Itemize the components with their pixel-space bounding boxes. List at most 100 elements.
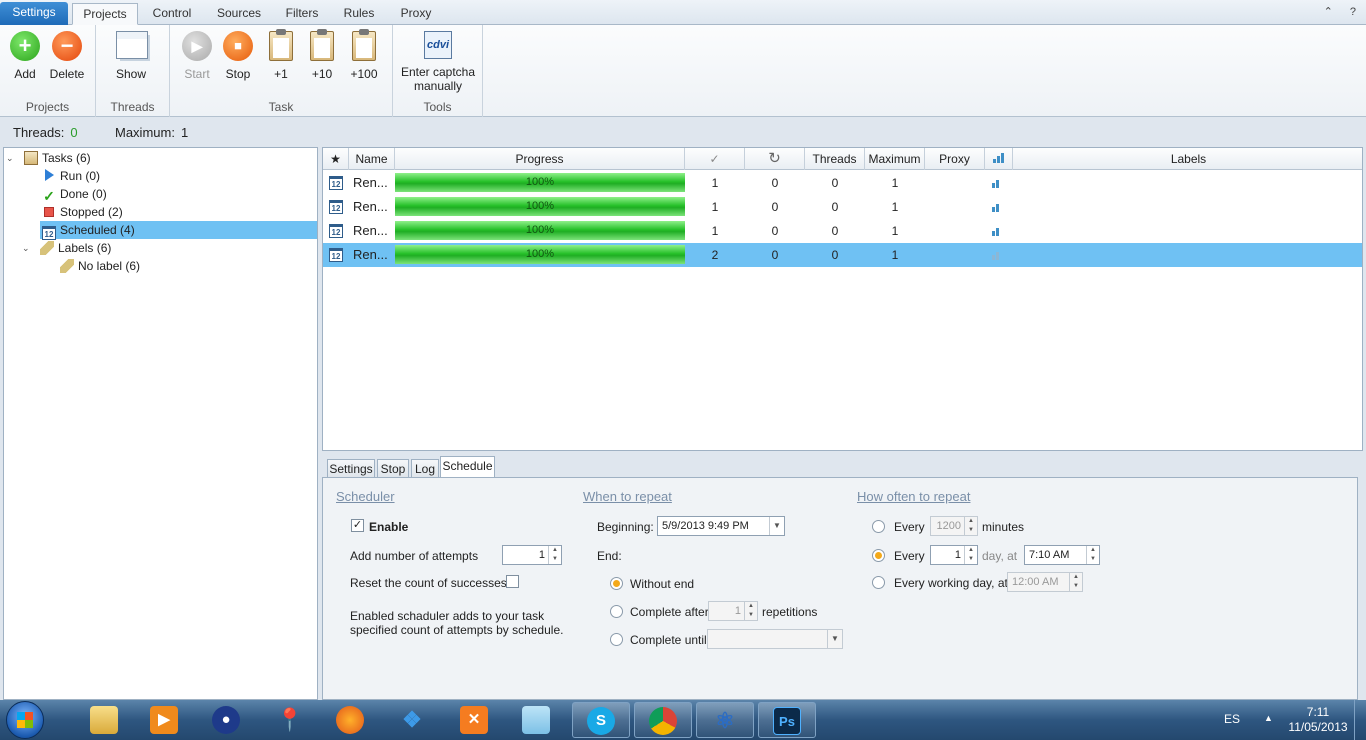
grid-header: ★ Name Progress ✓ ↻ Threads Maximum Prox… [323, 148, 1362, 170]
tree-node-run[interactable]: Run (0) [42, 167, 100, 185]
column-progress[interactable]: Progress [395, 148, 685, 170]
start-button[interactable] [6, 701, 44, 739]
complete-after-radio[interactable] [610, 605, 623, 618]
taskbar-photoshop[interactable]: Ps [758, 702, 816, 738]
taskbar-dropbox[interactable]: ❖ [384, 702, 442, 738]
delete-button[interactable]: − Delete [46, 31, 88, 81]
tab-settings[interactable]: Settings [0, 2, 68, 25]
media-player-icon: ▶ [150, 706, 178, 734]
tab-settings-detail[interactable]: Settings [327, 459, 375, 478]
taskbar-skype[interactable]: S [572, 702, 630, 738]
show-button[interactable]: Show [110, 31, 152, 81]
progress-bar: 100% [395, 197, 685, 216]
tree-node-labels[interactable]: ⌄ Labels (6) [22, 239, 111, 257]
reset-label: Reset the count of successes [350, 576, 507, 590]
taskbar-media-player[interactable]: ▶ [136, 702, 194, 738]
complete-after-stepper[interactable]: 1 ▲ ▼ [708, 601, 758, 621]
minutes-stepper[interactable]: 1200 ▲ ▼ [930, 516, 978, 536]
stepper-arrows-icon[interactable]: ▲ ▼ [744, 602, 757, 620]
maximum-label: Maximum: [115, 125, 175, 140]
complete-until-date[interactable]: ▼ [707, 629, 843, 649]
tab-projects[interactable]: Projects [72, 3, 138, 25]
enable-checkbox[interactable]: ✓ [351, 519, 364, 532]
tab-proxy[interactable]: Proxy [392, 3, 440, 25]
when-section-title: When to repeat [583, 489, 672, 504]
tree-node-stopped[interactable]: Stopped (2) [42, 203, 123, 221]
language-indicator[interactable]: ES [1224, 712, 1240, 726]
tree-node-scheduled[interactable]: 12 Scheduled (4) [40, 221, 317, 240]
show-hidden-icons-icon[interactable]: ▲ [1264, 713, 1273, 723]
tree-node-no-label[interactable]: No label (6) [60, 257, 140, 275]
enter-captcha-button[interactable]: cdvi Enter captcha manually [398, 31, 478, 93]
taskbar-xampp[interactable]: ✕ [446, 702, 504, 738]
stop-button[interactable]: ■ Stop [217, 31, 259, 81]
every-day-radio[interactable] [872, 549, 885, 562]
clock[interactable]: 7:11 11/05/2013 [1278, 705, 1358, 735]
column-maximum[interactable]: Maximum [865, 148, 925, 170]
plus-one-button[interactable]: +1 [260, 29, 302, 81]
column-name[interactable]: Name [349, 148, 395, 170]
user-icon: ● [212, 706, 240, 734]
table-row[interactable]: 12 Ren... 100% 1 0 0 1 [323, 219, 1362, 243]
plus-hundred-button[interactable]: +100 [343, 29, 385, 81]
tree-node-done[interactable]: ✓ Done (0) [42, 185, 107, 203]
group-label-projects: Projects [25, 100, 70, 114]
beginning-datetime[interactable]: 5/9/2013 9:49 PM ▼ [657, 516, 785, 536]
taskbar-notes[interactable] [508, 702, 566, 738]
add-button[interactable]: + Add [4, 31, 46, 81]
table-row[interactable]: 12 Ren... 100% 1 0 0 1 [323, 171, 1362, 195]
every-minutes-radio[interactable] [872, 520, 885, 533]
help-icon[interactable]: ? [1350, 6, 1356, 18]
stepper-arrows-icon[interactable]: ▲ ▼ [964, 546, 977, 564]
dropdown-arrow-icon[interactable]: ▼ [769, 517, 784, 535]
tab-sources[interactable]: Sources [210, 3, 268, 25]
stepper-arrows-icon[interactable]: ▲ ▼ [1069, 573, 1082, 591]
minimize-ribbon-icon[interactable]: ⌃ [1324, 6, 1333, 18]
tag-icon [60, 259, 74, 273]
tab-filters[interactable]: Filters [278, 3, 326, 25]
tree-node-tasks[interactable]: ⌄ Tasks (6) [6, 149, 91, 167]
reset-checkbox[interactable] [506, 575, 519, 588]
days-stepper[interactable]: 1 ▲ ▼ [930, 545, 978, 565]
column-done-check-icon[interactable]: ✓ [685, 148, 745, 170]
tab-rules[interactable]: Rules [336, 3, 382, 25]
tab-stop[interactable]: Stop [377, 459, 409, 478]
every-working-day-radio[interactable] [872, 576, 885, 589]
table-row[interactable]: 12 Ren... 100% 1 0 0 1 [323, 195, 1362, 219]
column-threads[interactable]: Threads [805, 148, 865, 170]
stepper-arrows-icon[interactable]: ▲ ▼ [964, 517, 977, 535]
table-row[interactable]: 12 Ren... 100% 2 0 0 1 [323, 243, 1362, 267]
add-attempts-stepper[interactable]: 1 ▲ ▼ [502, 545, 562, 565]
collapse-icon[interactable]: ⌄ [6, 149, 14, 167]
star-column-icon[interactable]: ★ [323, 148, 349, 170]
add-attempts-label: Add number of attempts [350, 549, 479, 563]
start-button[interactable]: ▶ Start [176, 31, 218, 81]
dropbox-icon: ❖ [402, 707, 422, 732]
taskbar-zennoposter[interactable]: ⚛ [696, 702, 754, 738]
column-signal-bars-icon[interactable] [985, 148, 1013, 170]
ribbon-tab-bar: Settings Projects Control Sources Filter… [0, 0, 1366, 25]
column-proxy[interactable]: Proxy [925, 148, 985, 170]
collapse-icon[interactable]: ⌄ [22, 239, 30, 257]
working-day-time-picker[interactable]: 12:00 AM ▲ ▼ [1007, 572, 1083, 592]
column-labels[interactable]: Labels [1013, 148, 1364, 170]
tab-schedule[interactable]: Schedule [440, 456, 495, 478]
taskbar-explorer[interactable] [76, 702, 134, 738]
taskbar-user-app[interactable]: ● [198, 702, 256, 738]
taskbar-chrome[interactable] [634, 702, 692, 738]
taskbar-firefox[interactable] [322, 702, 380, 738]
group-label-threads: Threads [110, 100, 155, 114]
without-end-radio[interactable] [610, 577, 623, 590]
tab-log[interactable]: Log [411, 459, 439, 478]
dropdown-arrow-icon[interactable]: ▼ [827, 630, 842, 648]
day-time-picker[interactable]: 7:10 AM ▲ ▼ [1024, 545, 1100, 565]
taskbar-pin-app[interactable]: 📍 [262, 702, 320, 738]
tab-control[interactable]: Control [144, 3, 200, 25]
show-desktop-button[interactable] [1354, 700, 1366, 740]
plus-ten-button[interactable]: +10 [301, 29, 343, 81]
column-retry-refresh-icon[interactable]: ↻ [745, 148, 805, 170]
stepper-arrows-icon[interactable]: ▲ ▼ [1086, 546, 1099, 564]
complete-until-radio[interactable] [610, 633, 623, 646]
stepper-arrows-icon[interactable]: ▲ ▼ [548, 546, 561, 564]
calendar-icon: 12 [329, 224, 343, 238]
